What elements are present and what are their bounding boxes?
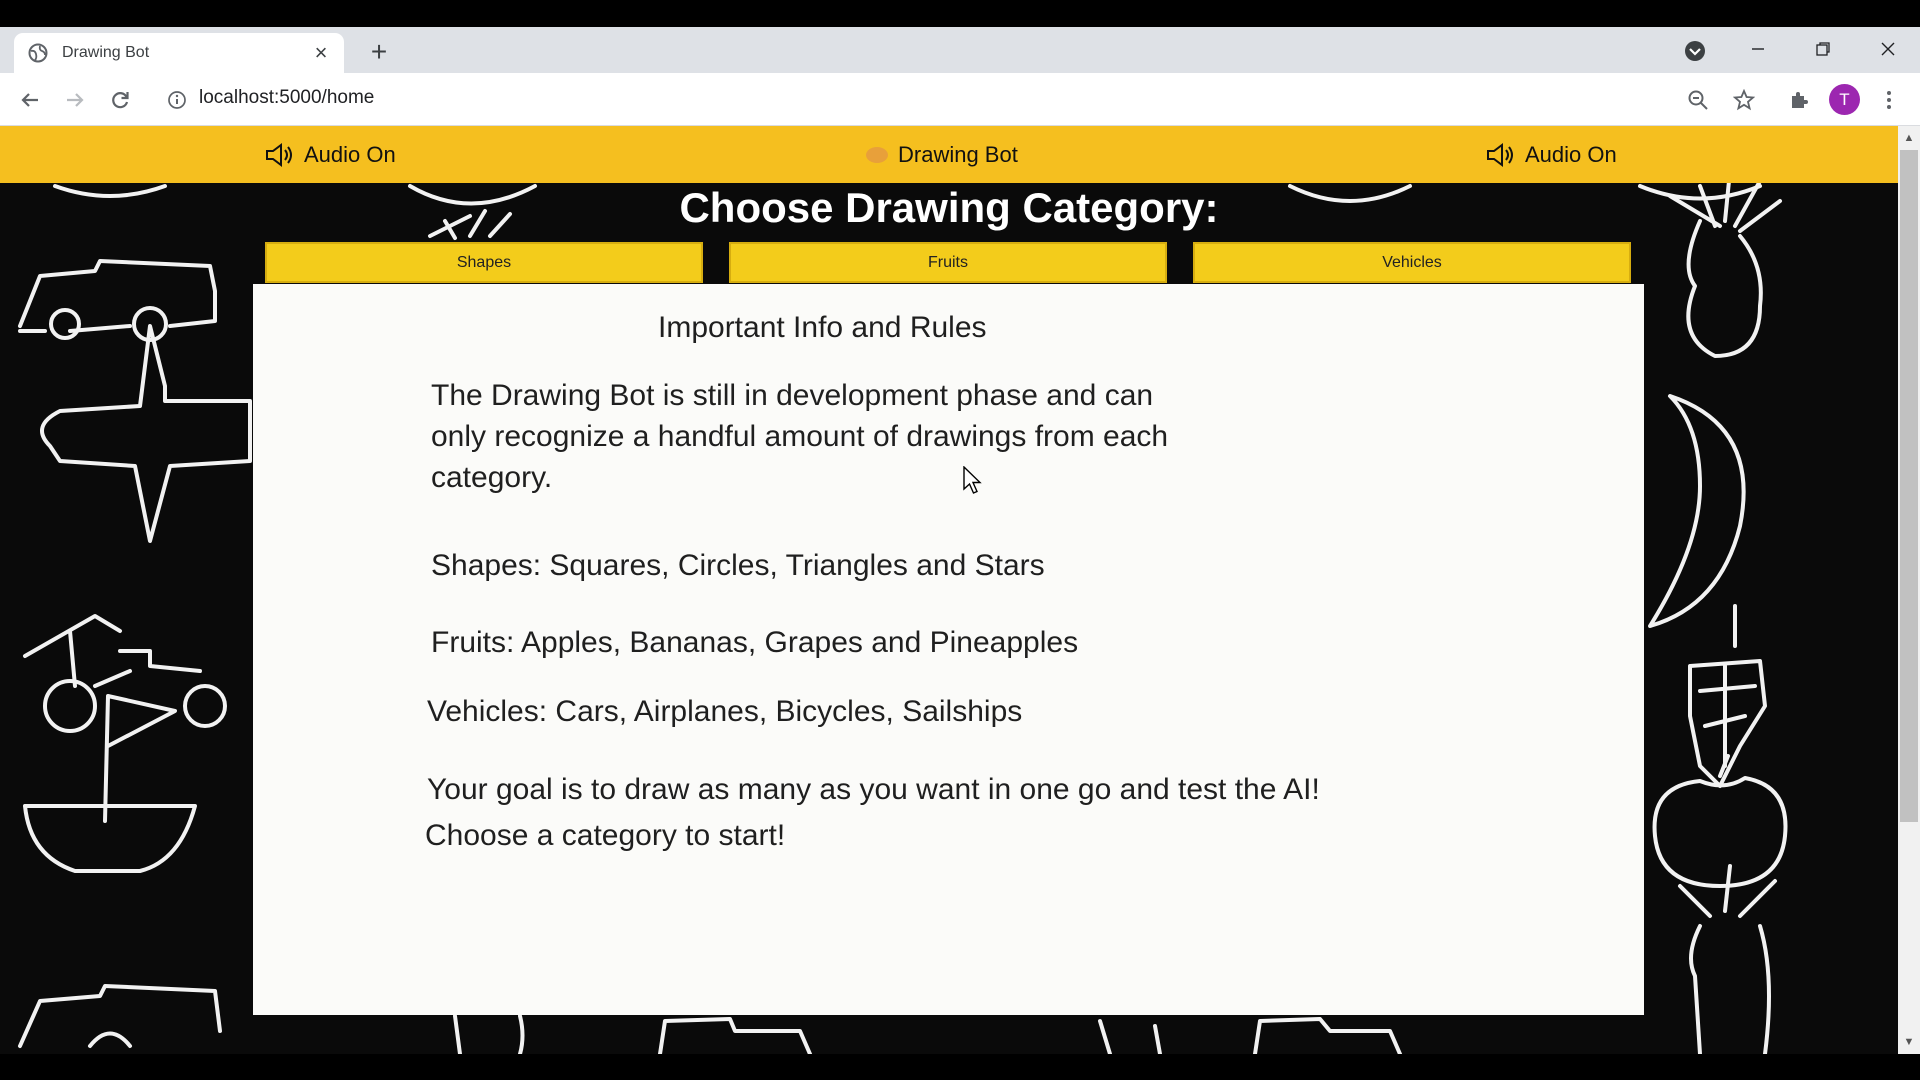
- speaker-icon: [1487, 142, 1513, 167]
- shapes-info: Shapes: Squares, Circles, Triangles and …: [431, 549, 1045, 582]
- address-bar[interactable]: localhost:5000/home: [199, 87, 374, 109]
- page-heading: Choose Drawing Category:: [679, 184, 1219, 231]
- window-titlebar: [0, 0, 1920, 27]
- intro-line-2: only recognize a handful amount of drawi…: [431, 420, 1169, 453]
- car-doodle: [18, 259, 217, 333]
- airplane-doodle: [40, 324, 252, 543]
- forward-arrow-icon[interactable]: [60, 85, 90, 115]
- tab-strip: Drawing Bot × +: [0, 27, 1920, 73]
- intro-line-1: The Drawing Bot is still in development …: [431, 379, 1154, 412]
- tab-title: Drawing Bot: [62, 44, 150, 61]
- info-panel: Important Info and Rules The Drawing Bot…: [253, 284, 1644, 1015]
- zoom-icon[interactable]: [1683, 85, 1713, 115]
- info-title: Important Info and Rules: [658, 311, 987, 344]
- window-bottom-edge: [0, 1054, 1920, 1080]
- apple-doodle: [1652, 754, 1788, 888]
- site-brand: Drawing Bot: [864, 126, 1018, 183]
- bicycle-doodle: [23, 614, 202, 688]
- goal-line-1: Your goal is to draw as many as you want…: [427, 773, 1320, 806]
- mouse-cursor-icon: [963, 466, 982, 494]
- scroll-up-arrow-icon[interactable]: ▲: [1898, 128, 1920, 148]
- goal-line-2: Choose a category to start!: [425, 819, 786, 852]
- close-tab-icon[interactable]: ×: [308, 40, 334, 66]
- bookmark-star-icon[interactable]: [1729, 85, 1759, 115]
- restore-window-icon[interactable]: [1803, 33, 1843, 65]
- vehicles-info: Vehicles: Cars, Airplanes, Bicycles, Sai…: [427, 695, 1023, 728]
- speaker-icon: [266, 142, 292, 167]
- brand-logo-icon: [866, 146, 888, 163]
- browser-tab[interactable]: Drawing Bot ×: [14, 33, 344, 73]
- audio-label-right: Audio On: [1525, 141, 1617, 167]
- fruits-info: Fruits: Apples, Bananas, Grapes and Pine…: [431, 626, 1079, 659]
- site-info-icon[interactable]: [162, 85, 192, 115]
- scroll-down-arrow-icon[interactable]: ▼: [1898, 1032, 1920, 1052]
- intro-line-3: category.: [431, 461, 553, 494]
- category-button-shapes[interactable]: Shapes: [265, 242, 703, 283]
- top-navbar: Audio On Drawing Bot Audio On: [0, 126, 1898, 183]
- extensions-puzzle-icon[interactable]: [1784, 85, 1814, 115]
- new-tab-button[interactable]: +: [364, 36, 394, 67]
- scrollbar-thumb[interactable]: [1900, 150, 1918, 822]
- banana-doodle: [1648, 394, 1746, 628]
- category-button-fruits[interactable]: Fruits: [729, 242, 1167, 283]
- close-window-icon[interactable]: [1868, 33, 1908, 65]
- page-viewport: Audio On Drawing Bot Audio On Choose Dra…: [0, 126, 1898, 1054]
- audio-toggle-left[interactable]: Audio On: [264, 126, 396, 183]
- back-arrow-icon[interactable]: [15, 85, 45, 115]
- tab-search-icon[interactable]: [1683, 39, 1707, 63]
- audio-toggle-right[interactable]: Audio On: [1485, 126, 1617, 183]
- browser-toolbar: localhost:5000/home T: [0, 73, 1920, 126]
- audio-label-left: Audio On: [304, 141, 396, 167]
- globe-icon: [28, 43, 48, 63]
- minimize-window-icon[interactable]: [1738, 33, 1778, 65]
- profile-avatar[interactable]: T: [1829, 84, 1860, 115]
- category-button-vehicles[interactable]: Vehicles: [1193, 242, 1631, 283]
- reload-icon[interactable]: [105, 85, 135, 115]
- site-title: Drawing Bot: [898, 141, 1018, 167]
- more-menu-icon[interactable]: [1874, 85, 1904, 115]
